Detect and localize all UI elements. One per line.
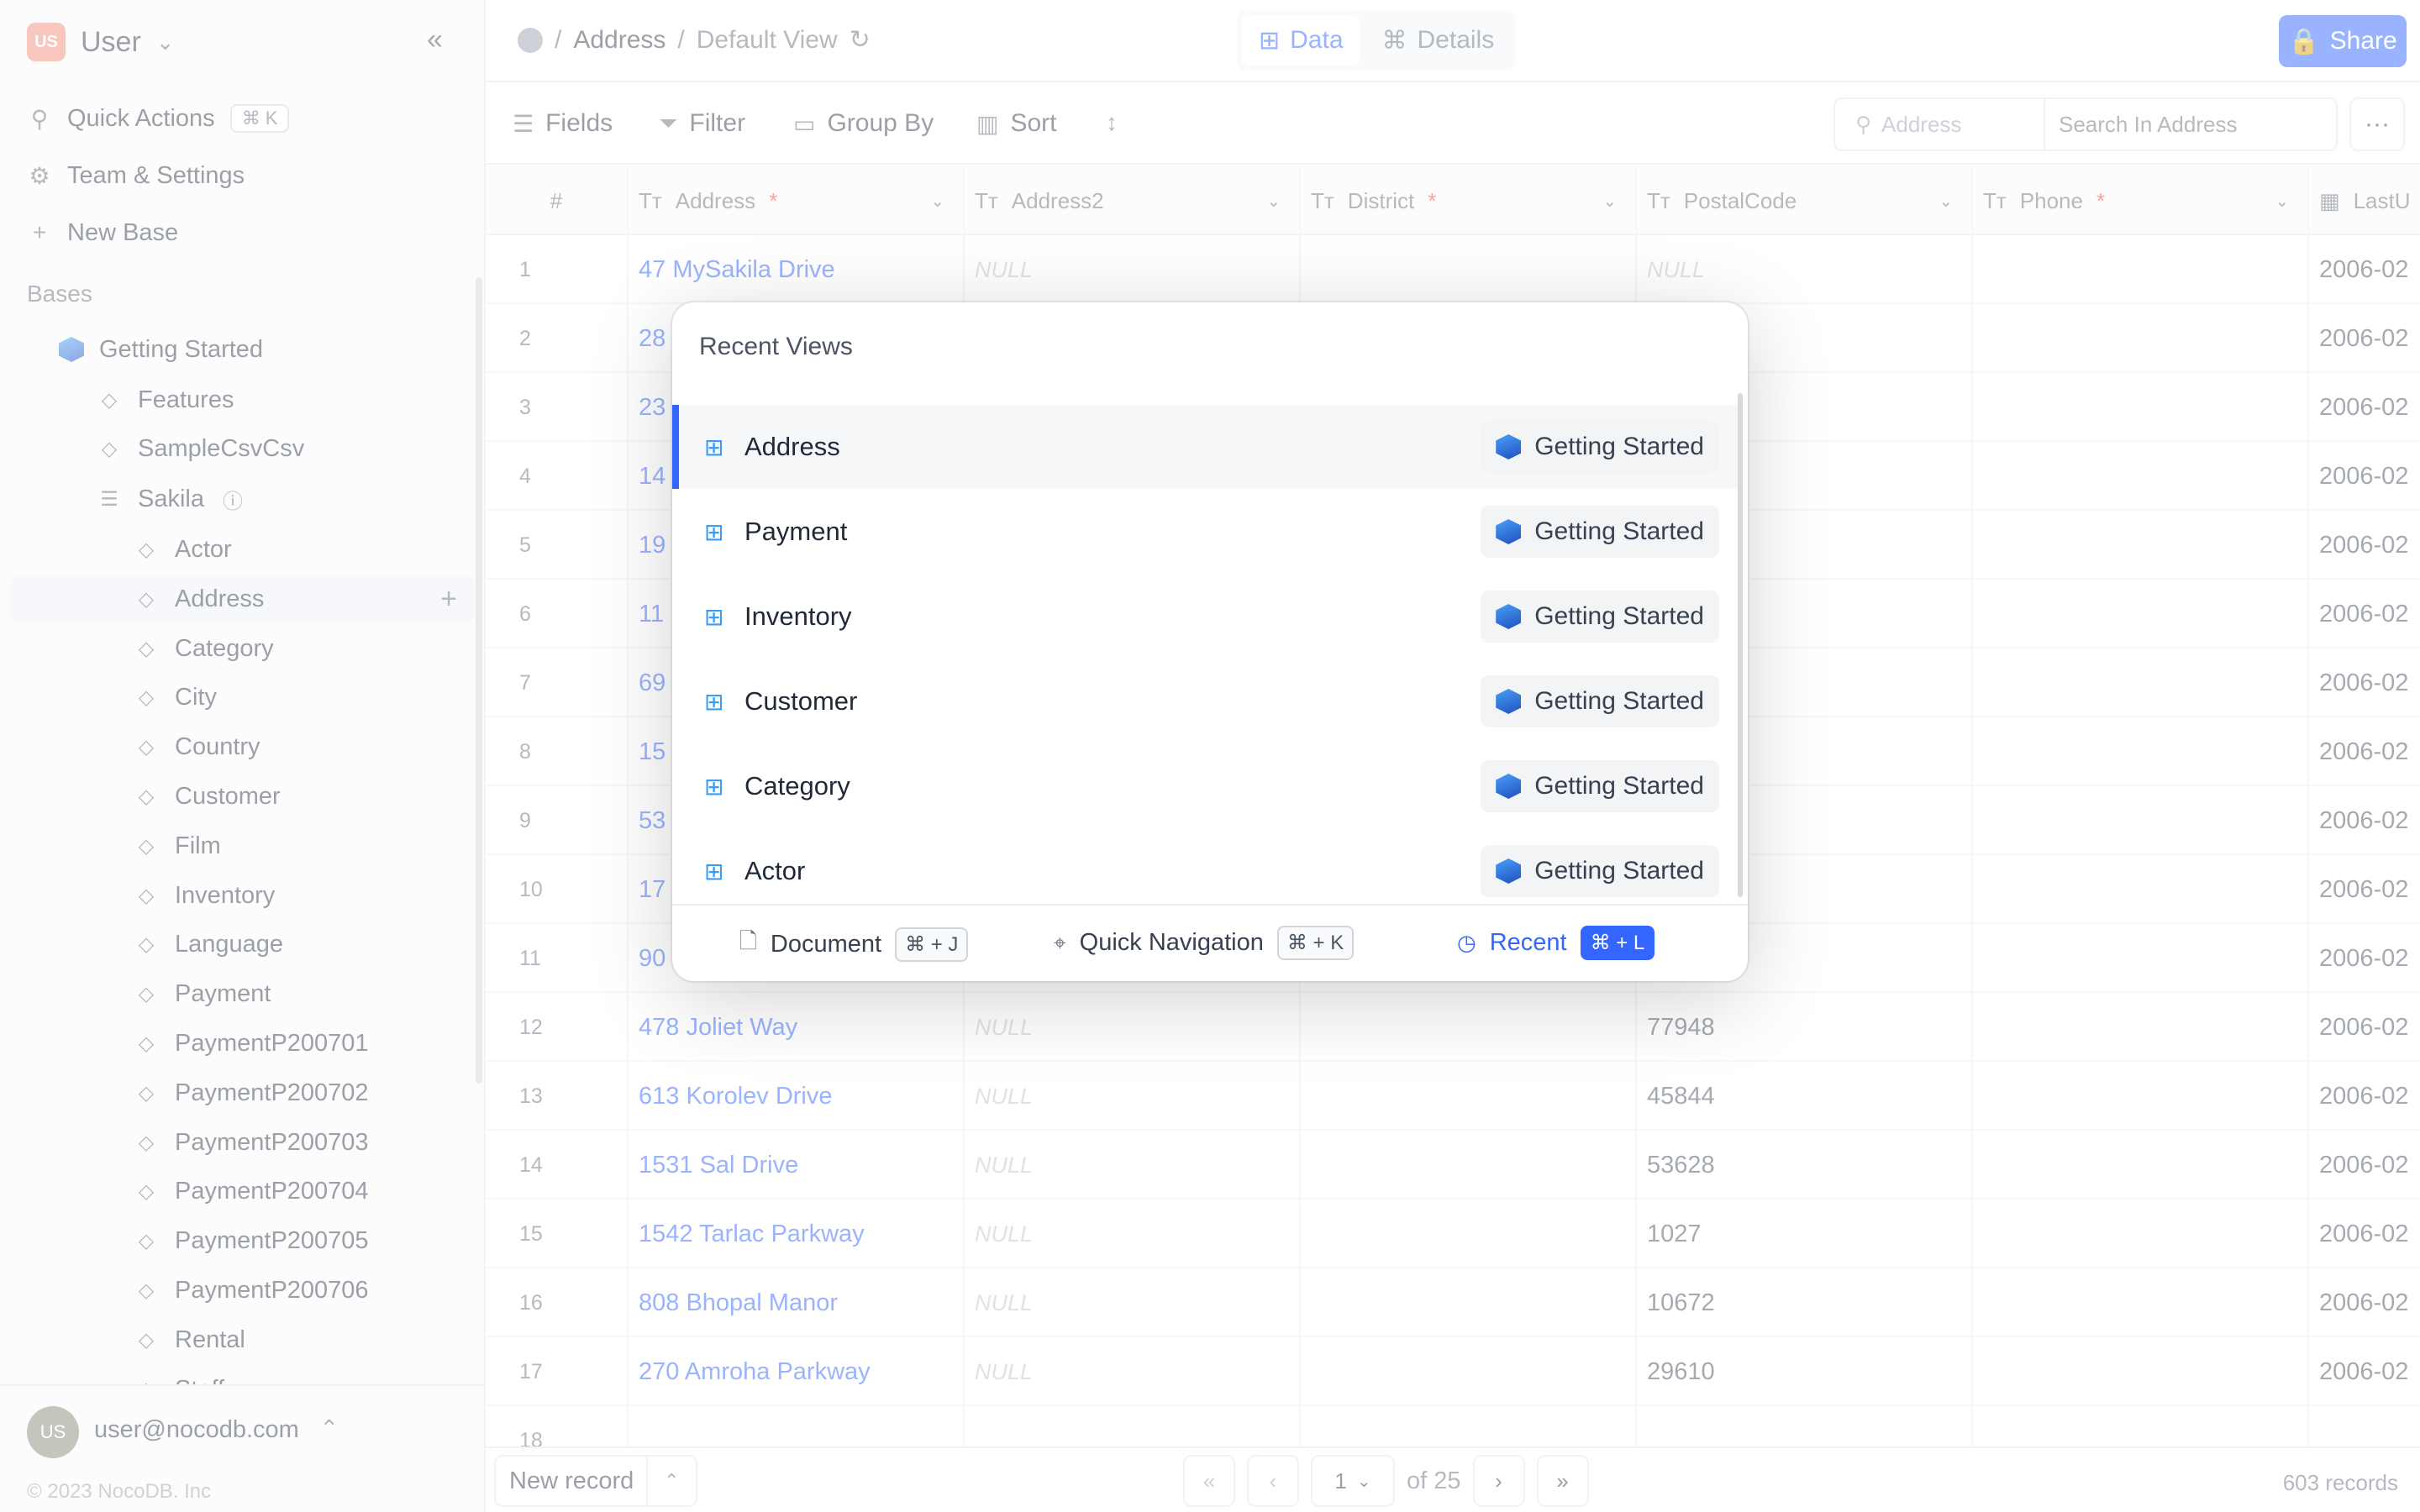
recent-view-item-address[interactable]: ⊞ Address Getting Started [672,405,1738,489]
quick-navigation-label: Quick Navigation [1079,929,1264,956]
view-label: Inventory [744,601,852,631]
dialog-scrollbar[interactable] [1738,393,1743,897]
base-tag: Getting Started [1481,845,1719,897]
location-pin-icon: ⌖ [1054,929,1066,955]
base-tag-label: Getting Started [1534,602,1704,630]
document-icon: 🗋 [739,928,757,953]
recent-view-item-customer[interactable]: ⊞ Customer Getting Started [672,659,1738,743]
base-tag: Getting Started [1481,760,1719,812]
document-keys: ⌘ + J [895,927,969,962]
base-icon [1496,519,1522,544]
grid-view-icon: ⊞ [704,518,724,545]
view-label: Address [744,432,840,461]
base-icon [1496,858,1522,884]
recent-view-item-inventory[interactable]: ⊞ Inventory Getting Started [672,575,1738,659]
view-label: Category [744,771,850,801]
recent-view-item-actor[interactable]: ⊞ Actor Getting Started [672,829,1738,913]
base-tag: Getting Started [1481,506,1719,558]
clock-icon: ◷ [1457,930,1476,955]
grid-view-icon: ⊞ [704,603,724,630]
quick-navigation-keys: ⌘ + K [1276,926,1355,960]
document-shortcut[interactable]: 🗋 Document ⌘ + J [739,926,969,963]
base-icon [1496,689,1522,714]
recent-views-dialog: Recent Views ⊞ Address Getting Started ⊞ Pay… [672,302,1748,981]
grid-view-icon: ⊞ [704,858,724,885]
grid-view-icon: ⊞ [704,433,724,460]
view-label: Customer [744,686,858,716]
base-icon [1496,774,1522,799]
recent-view-item-payment[interactable]: ⊞ Payment Getting Started [672,490,1738,574]
base-tag: Getting Started [1481,421,1719,473]
grid-view-icon: ⊞ [704,773,724,800]
view-label: Actor [744,856,806,885]
document-label: Document [770,930,882,958]
quick-navigation-shortcut[interactable]: ⌖ Quick Navigation ⌘ + K [1054,926,1355,960]
base-tag-label: Getting Started [1534,857,1704,885]
base-tag-label: Getting Started [1534,687,1704,715]
dialog-title: Recent Views [699,333,853,360]
base-tag-label: Getting Started [1534,772,1704,800]
recent-shortcut[interactable]: ◷ Recent ⌘ + L [1457,926,1655,960]
view-label: Payment [744,517,848,546]
grid-view-icon: ⊞ [704,688,724,715]
dialog-footer: 🗋 Document ⌘ + J ⌖ Quick Navigation ⌘ + … [672,904,1748,981]
base-tag: Getting Started [1481,591,1719,643]
base-tag-label: Getting Started [1534,517,1704,545]
base-tag: Getting Started [1481,675,1719,727]
recent-keys: ⌘ + L [1580,926,1655,960]
base-icon [1496,434,1522,459]
recent-label: Recent [1489,929,1567,956]
base-icon [1496,604,1522,629]
recent-view-item-category[interactable]: ⊞ Category Getting Started [672,744,1738,828]
base-tag-label: Getting Started [1534,433,1704,460]
